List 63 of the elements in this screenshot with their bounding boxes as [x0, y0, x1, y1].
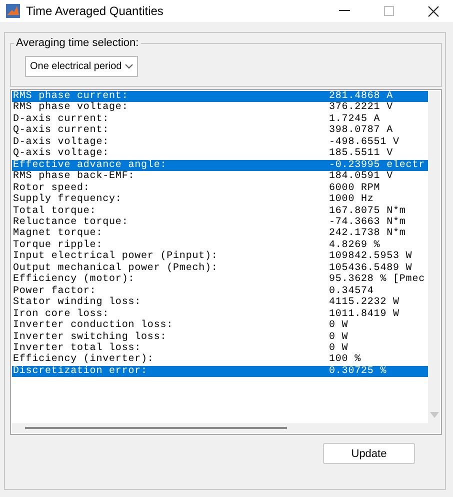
- quantity-label: Inverter conduction loss:: [13, 320, 174, 332]
- selected-row-highlight[interactable]: Effective advance angle: -0.23995 electr: [12, 160, 428, 172]
- quantity-label: Q-axis current:: [13, 125, 110, 136]
- quantity-label: Input electrical power (Pinput):: [13, 251, 219, 262]
- quantity-label: Total torque:: [13, 206, 98, 217]
- scroll-down-icon[interactable]: [430, 412, 438, 418]
- quantity-value: 6000 RPM: [329, 182, 380, 194]
- app-icon: [6, 4, 20, 18]
- quantity-label: Inverter switching loss:: [13, 332, 168, 343]
- quantity-label: Inverter total loss:: [13, 342, 142, 354]
- quantity-label: RMS phase voltage:: [13, 102, 130, 114]
- quantity-value: 4115.2232 W: [329, 297, 400, 309]
- quantity-value: 242.1738 N*m: [329, 228, 406, 240]
- scrollbar-thumb[interactable]: [25, 427, 287, 429]
- quantity-value: 281.4868 A: [329, 91, 394, 102]
- quantity-value: 4.8269 %: [329, 240, 380, 251]
- quantity-label: Supply frequency:: [13, 194, 123, 206]
- quantity-label: Torque ripple:: [13, 240, 103, 251]
- quantity-value: 1011.8419 W: [329, 308, 400, 320]
- quantity-label: Iron core loss:: [13, 308, 110, 320]
- quantity-value: 1.7245 A: [329, 114, 380, 125]
- group-label: Averaging time selection:: [14, 37, 141, 49]
- quantity-label: D-axis voltage:: [13, 136, 110, 148]
- quantity-label: Stator winding loss:: [13, 297, 142, 308]
- quantity-value: 1000 Hz: [329, 194, 374, 206]
- quantity-value: -74.3663 N*m: [329, 216, 406, 228]
- quantity-value: 184.0591 V: [329, 171, 394, 183]
- quantity-label: Rotor speed:: [13, 182, 90, 194]
- minimize-icon[interactable]: [339, 10, 350, 12]
- quantity-value: 167.8075 N*m: [329, 206, 406, 217]
- quantity-value: -498.6551 V: [329, 136, 400, 148]
- quantity-label: Magnet torque:: [13, 228, 104, 240]
- close-icon[interactable]: [428, 6, 439, 16]
- quantity-label: Efficiency (inverter):: [13, 354, 155, 366]
- quantity-label: Power factor:: [13, 286, 96, 297]
- chevron-down-icon: [125, 64, 133, 69]
- quantity-value: 398.0787 A: [329, 125, 394, 137]
- quantity-value: 0 W: [329, 332, 348, 343]
- window-title: Time Averaged Quantities: [26, 4, 164, 18]
- update-button[interactable]: Update: [323, 443, 415, 464]
- quantity-label: Reluctance torque:: [13, 216, 130, 228]
- quantity-label: RMS phase current:: [13, 91, 130, 102]
- quantity-label: Efficiency (motor):: [13, 274, 136, 286]
- quantity-value: 109842.5953 W: [329, 251, 412, 263]
- quantity-value: 0.30725 %: [329, 366, 387, 378]
- quantity-value: 100 %: [329, 354, 362, 366]
- quantity-value: 105436.5489 W: [329, 262, 412, 274]
- quantity-value: 95.3628 % [Pmec: [329, 274, 426, 286]
- quantity-value: 185.5511 V: [329, 148, 394, 160]
- quantity-label: Effective advance angle:: [13, 160, 168, 171]
- quantity-value: 0.34574: [329, 286, 374, 297]
- quantity-value: -0.23995 electr: [329, 160, 426, 171]
- quantity-value: 0 W: [329, 320, 348, 332]
- quantity-label: Q-axis voltage:: [13, 148, 110, 160]
- quantity-label: Discretization error:: [13, 366, 148, 378]
- quantity-label: D-axis current:: [13, 114, 110, 125]
- selected-row-highlight[interactable]: RMS phase current: 281.4868 A: [12, 91, 428, 102]
- selected-row-highlight[interactable]: Discretization error: 0.30725 %: [12, 366, 428, 378]
- quantity-value: 376.2221 V: [329, 102, 394, 114]
- averaging-dropdown[interactable]: One electrical period: [25, 56, 138, 77]
- quantity-label: RMS phase back-EMF:: [13, 171, 136, 182]
- quantity-value: 0 W: [329, 342, 348, 354]
- quantity-label: Output mechanical power (Pmech):: [13, 262, 219, 274]
